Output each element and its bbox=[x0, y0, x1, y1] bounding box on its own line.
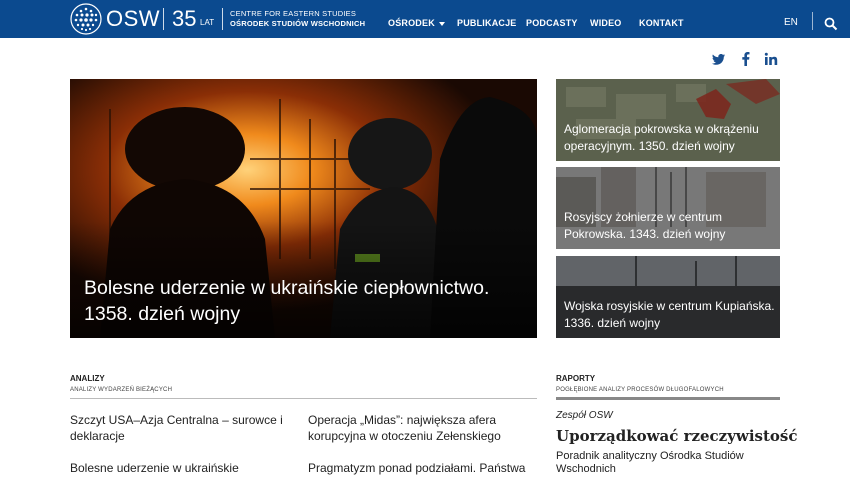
search-icon[interactable] bbox=[824, 17, 838, 31]
analysis-link[interactable]: Szczyt USA–Azja Centralna – surowce i de… bbox=[70, 412, 290, 444]
org-name-en: CENTRE FOR EASTERN STUDIES bbox=[230, 9, 357, 18]
nav-item-kontakt[interactable]: KONTAKT bbox=[639, 18, 684, 28]
nav-label: OŚRODEK bbox=[388, 18, 435, 28]
section-title-analizy[interactable]: ANALIZY bbox=[70, 374, 105, 383]
logo-divider bbox=[222, 8, 223, 30]
twitter-icon[interactable] bbox=[712, 52, 726, 66]
report-description: Poradnik analityczny Ośrodka Studiów Wsc… bbox=[556, 450, 744, 475]
analysis-link[interactable]: Bolesne uderzenie w ukraińskie bbox=[70, 460, 290, 476]
report-title[interactable]: Uporządkować rzeczywistość bbox=[556, 427, 798, 445]
chevron-down-icon bbox=[438, 21, 445, 26]
report-author: Zespół OSW bbox=[556, 410, 613, 421]
hero-article-card[interactable]: Bolesne uderzenie w ukraińskie ciepłowni… bbox=[70, 79, 537, 338]
linkedin-icon[interactable] bbox=[764, 52, 778, 66]
facebook-icon[interactable] bbox=[739, 52, 753, 66]
side-card-caption: Aglomeracja pokrowska w okrążeniu operac… bbox=[564, 122, 759, 153]
nav-item-publikacje[interactable]: PUBLIKACJE bbox=[457, 18, 517, 28]
nav-divider bbox=[812, 12, 813, 30]
org-name-pl: OŚRODEK STUDIÓW WSCHODNICH bbox=[230, 19, 366, 28]
hero-title-line: Bolesne uderzenie w ukraińskie ciepłowni… bbox=[84, 277, 490, 299]
nav-item-podcasty[interactable]: PODCASTY bbox=[526, 18, 578, 28]
anniversary-years: 35 bbox=[172, 6, 197, 31]
section-subtitle: ANALIZY WYDARZEŃ BIEŻĄCYCH bbox=[70, 387, 173, 393]
logo-text[interactable]: OSW bbox=[106, 6, 160, 32]
analysis-link[interactable]: Pragmatyzm ponad podziałami. Państwa bbox=[308, 460, 528, 476]
section-divider bbox=[556, 397, 780, 400]
language-switch[interactable]: EN bbox=[784, 17, 798, 28]
nav-item-osrodek[interactable]: OŚRODEK bbox=[388, 18, 445, 28]
hero-title[interactable]: Bolesne uderzenie w ukraińskie ciepłowni… bbox=[84, 275, 524, 327]
side-article-card[interactable]: Aglomeracja pokrowska w okrążeniu operac… bbox=[556, 79, 780, 161]
side-card-caption: Rosyjscy żołnierze w centrum Pokrowska. … bbox=[564, 210, 726, 241]
top-navigation-bar: OSW 35 LAT CENTRE FOR EASTERN STUDIES OŚ… bbox=[0, 0, 850, 38]
analysis-link[interactable]: Operacja „Midas”: największa afera korup… bbox=[308, 412, 528, 444]
side-article-card[interactable]: Rosyjscy żołnierze w centrum Pokrowska. … bbox=[556, 167, 780, 249]
logo-divider bbox=[163, 8, 164, 30]
nav-item-wideo[interactable]: WIDEO bbox=[590, 18, 622, 28]
anniversary-suffix: LAT bbox=[200, 18, 215, 27]
section-title-raporty[interactable]: RAPORTY bbox=[556, 374, 595, 383]
section-divider bbox=[70, 398, 537, 399]
globe-logo-icon[interactable] bbox=[70, 3, 102, 35]
hero-title-line: 1358. dzień wojny bbox=[84, 303, 241, 325]
side-card-caption: Wojska rosyjskie w centrum Kupiańska. 13… bbox=[564, 299, 775, 330]
section-subtitle: POGŁĘBIONE ANALIZY PROCESÓW DŁUGOFALOWYC… bbox=[556, 387, 724, 393]
side-article-card[interactable]: Wojska rosyjskie w centrum Kupiańska. 13… bbox=[556, 256, 780, 338]
